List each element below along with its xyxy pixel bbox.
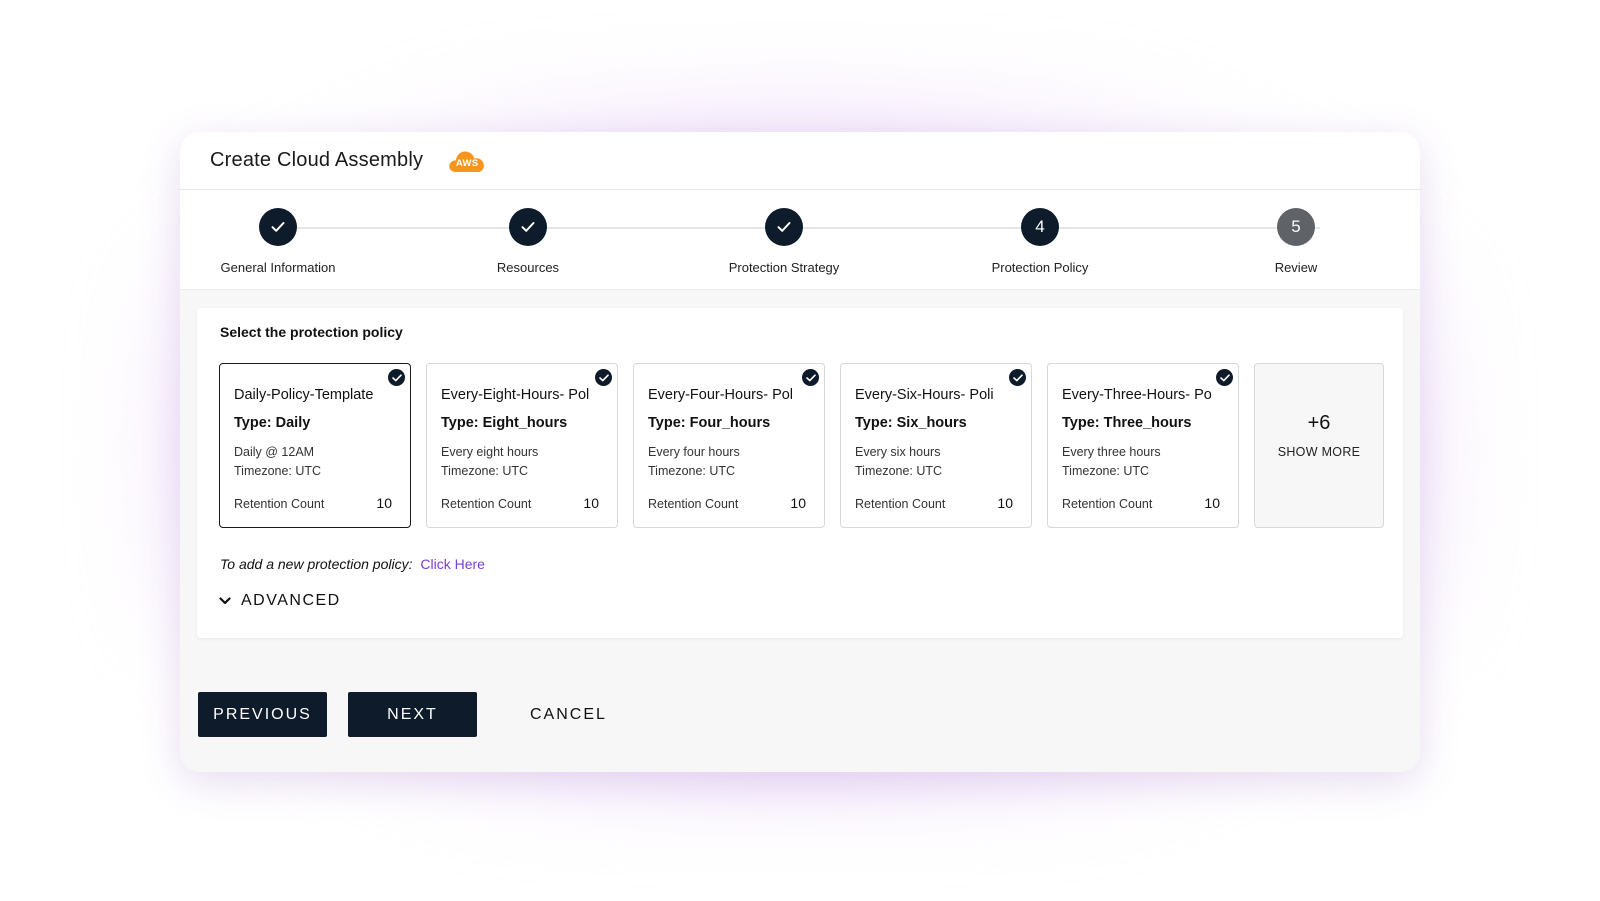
retention-value: 10 [376,495,392,511]
add-policy-text: To add a new protection policy: [220,556,413,572]
step-general-information[interactable]: General Information [198,208,358,275]
advanced-toggle[interactable]: ADVANCED [219,592,341,610]
step-protection-strategy[interactable]: Protection Strategy [704,208,864,275]
retention-value: 10 [790,495,806,511]
check-circle-icon [388,369,405,386]
policy-timezone: Timezone: UTC [1062,464,1150,478]
show-more-policies-card[interactable]: +6 SHOW MORE [1254,363,1384,528]
policy-name: Every-Four-Hours- Pol [648,387,794,403]
policy-description: Every four hours Timezone: UTC [648,443,810,481]
add-policy-hint: To add a new protection policy: Click He… [220,556,485,572]
policy-name: Every-Eight-Hours- Pol [441,387,590,403]
retention-label: Retention Count [648,497,739,511]
policy-selection-panel: Select the protection policy Daily-Polic… [197,308,1403,638]
step-label: Protection Strategy [728,260,840,275]
policy-card-four-hours[interactable]: Every-Four-Hours- Pol Type: Four_hours E… [633,363,825,528]
step-label: Review [1274,260,1318,275]
policy-description: Every three hours Timezone: UTC [1062,443,1224,481]
policy-name: Daily-Policy-Template [234,387,374,403]
policy-timezone: Timezone: UTC [855,464,943,478]
retention-row: Retention Count 10 [234,495,392,511]
retention-label: Retention Count [855,497,946,511]
step-label: Protection Policy [991,260,1089,275]
step-complete-check-icon [259,208,297,246]
policy-timezone: Timezone: UTC [441,464,529,478]
section-heading: Select the protection policy [220,324,403,340]
policy-card-list: Daily-Policy-Template Type: Daily Daily … [219,363,1384,528]
chevron-down-icon [219,592,231,610]
retention-label: Retention Count [1062,497,1153,511]
policy-name: Every-Three-Hours- Po [1062,387,1212,403]
aws-cloud-icon: AWS [447,147,487,175]
cancel-button[interactable]: CANCEL [510,692,627,737]
retention-value: 10 [583,495,599,511]
policy-card-three-hours[interactable]: Every-Three-Hours- Po Type: Three_hours … [1047,363,1239,528]
retention-label: Retention Count [234,497,325,511]
add-policy-link[interactable]: Click Here [420,556,485,572]
step-number-badge: 4 [1021,208,1059,246]
step-complete-check-icon [509,208,547,246]
aws-badge-text: AWS [455,157,479,169]
previous-button[interactable]: PREVIOUS [198,692,327,737]
dialog-header: Create Cloud Assembly AWS [180,132,1420,190]
policy-type: Type: Eight_hours [441,415,568,431]
policy-description: Every eight hours Timezone: UTC [441,443,603,481]
step-protection-policy[interactable]: 4 Protection Policy [960,208,1120,275]
check-circle-icon [1009,369,1026,386]
dialog-title: Create Cloud Assembly [210,149,424,171]
policy-timezone: Timezone: UTC [234,464,322,478]
policy-name: Every-Six-Hours- Poli [855,387,994,403]
create-cloud-assembly-dialog: Create Cloud Assembly AWS General Inform… [180,132,1420,772]
policy-description: Daily @ 12AM Timezone: UTC [234,443,396,481]
step-number-badge: 5 [1277,208,1315,246]
policy-type: Type: Daily [234,415,311,431]
check-circle-icon [1216,369,1233,386]
retention-row: Retention Count 10 [441,495,599,511]
policy-card-six-hours[interactable]: Every-Six-Hours- Poli Type: Six_hours Ev… [840,363,1032,528]
policy-description: Every six hours Timezone: UTC [855,443,1017,481]
step-label: General Information [220,260,336,275]
check-circle-icon [595,369,612,386]
retention-value: 10 [1204,495,1220,511]
retention-row: Retention Count 10 [1062,495,1220,511]
retention-row: Retention Count 10 [648,495,806,511]
step-resources[interactable]: Resources [448,208,608,275]
policy-schedule: Daily @ 12AM [234,445,315,459]
policy-timezone: Timezone: UTC [648,464,736,478]
policy-card-daily[interactable]: Daily-Policy-Template Type: Daily Daily … [219,363,411,528]
policy-schedule: Every six hours [855,445,941,459]
policy-type: Type: Six_hours [855,415,967,431]
policy-type: Type: Three_hours [1062,415,1192,431]
step-review[interactable]: 5 Review [1216,208,1376,275]
policy-schedule: Every three hours [1062,445,1161,459]
policy-card-eight-hours[interactable]: Every-Eight-Hours- Pol Type: Eight_hours… [426,363,618,528]
progress-stepper: General Information Resources Protection… [180,190,1420,290]
dialog-footer: PREVIOUS NEXT CANCEL [198,692,627,737]
more-count: +6 [1307,412,1331,434]
check-circle-icon [802,369,819,386]
step-label: Resources [496,260,560,275]
show-more-label: SHOW MORE [1277,445,1361,459]
policy-schedule: Every eight hours [441,445,539,459]
advanced-label: ADVANCED [241,592,341,609]
step-complete-check-icon [765,208,803,246]
retention-value: 10 [997,495,1013,511]
retention-row: Retention Count 10 [855,495,1013,511]
retention-label: Retention Count [441,497,532,511]
next-button[interactable]: NEXT [348,692,477,737]
policy-type: Type: Four_hours [648,415,771,431]
policy-schedule: Every four hours [648,445,740,459]
